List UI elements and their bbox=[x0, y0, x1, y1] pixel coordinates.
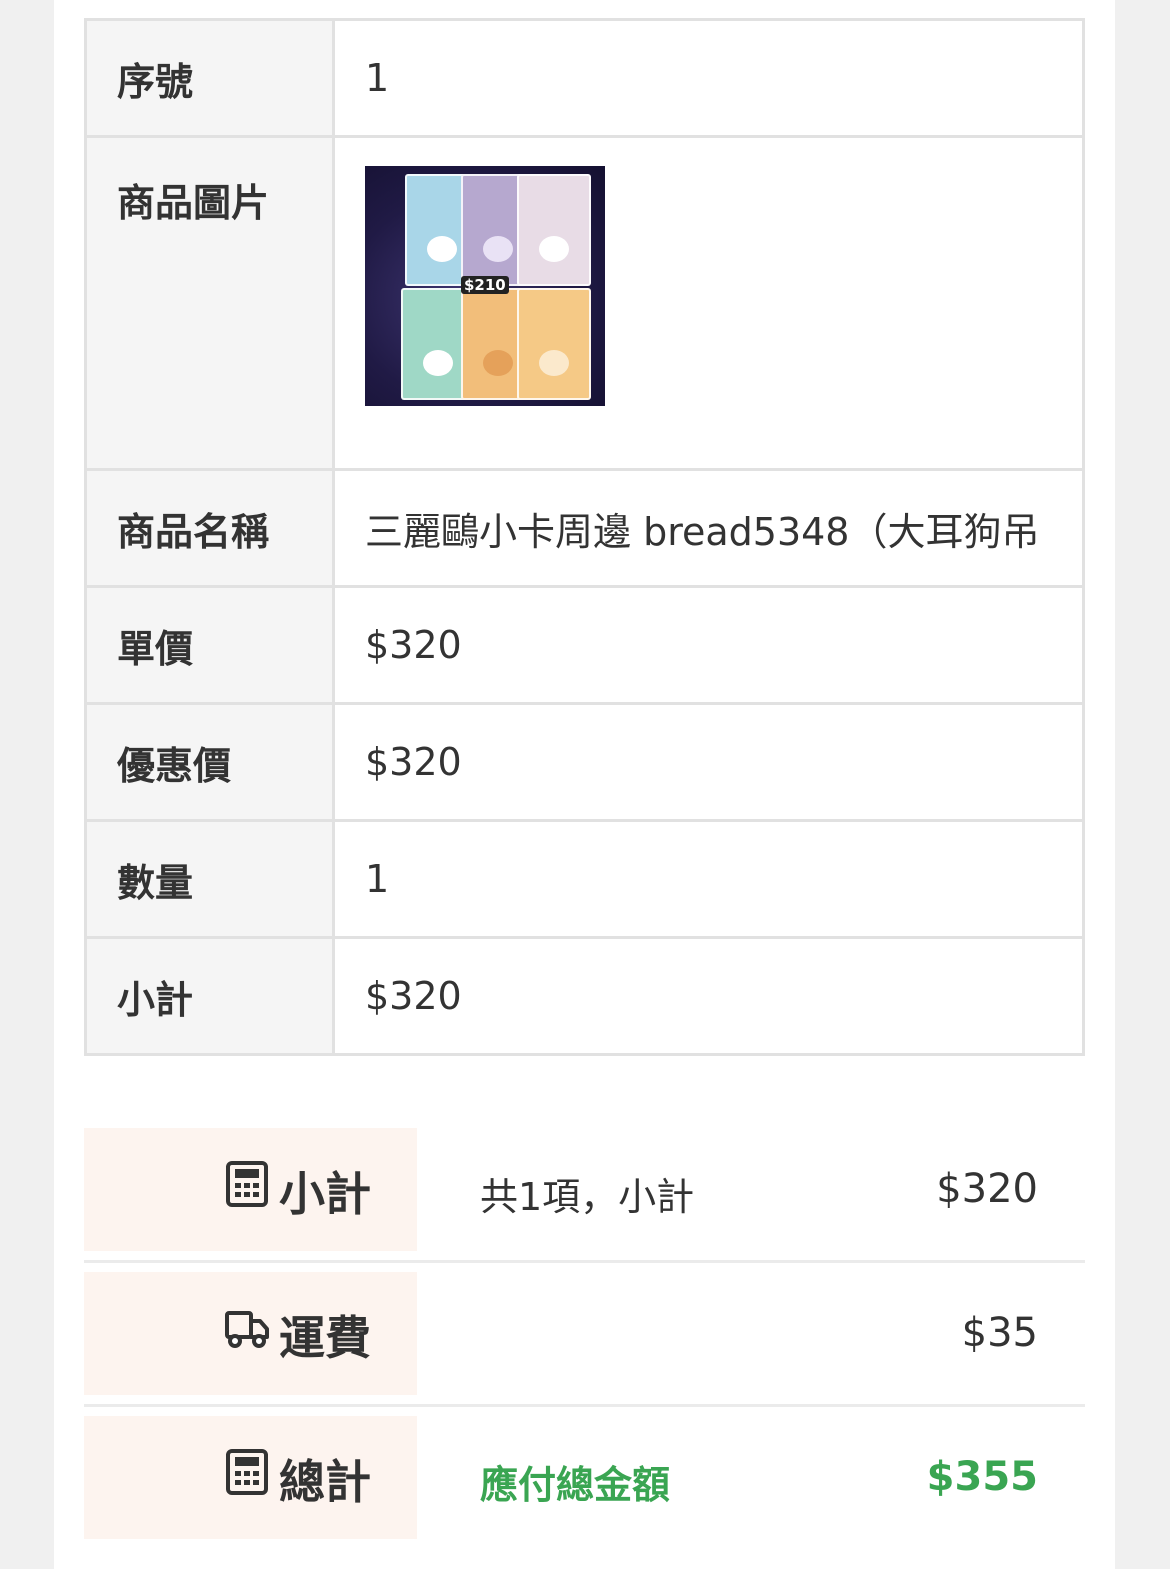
row-label-subtotal: 小計 bbox=[84, 936, 335, 1056]
table-row: 單價 $320 bbox=[84, 585, 1085, 705]
order-item-table: 序號 1 商品圖片 $210 商品名稱 三麗鷗小卡周邊 bread5348（大耳… bbox=[84, 18, 1085, 1056]
row-value-serial: 1 bbox=[332, 18, 1085, 138]
summary-shipping-head: 運費 bbox=[84, 1272, 417, 1395]
summary-subtotal-title: 小計 bbox=[279, 1167, 371, 1221]
summary-total-desc: 應付總金額 bbox=[480, 1463, 671, 1507]
summary-shipping-amount: $35 bbox=[961, 1310, 1038, 1356]
summary-subtotal-head: 小計 bbox=[84, 1128, 417, 1251]
row-label-image: 商品圖片 bbox=[84, 135, 335, 471]
summary-subtotal-desc: 共1項，小計 bbox=[480, 1175, 695, 1219]
calculator-icon bbox=[226, 1161, 268, 1207]
summary-total-head: 總計 bbox=[84, 1416, 417, 1539]
product-image[interactable]: $210 bbox=[365, 166, 605, 406]
row-label-name: 商品名稱 bbox=[84, 468, 335, 588]
summary-subtotal: 小計 共1項，小計 $320 bbox=[84, 1128, 1085, 1251]
table-row: 小計 $320 bbox=[84, 936, 1085, 1056]
summary-total-title: 總計 bbox=[279, 1455, 371, 1509]
row-value-name: 三麗鷗小卡周邊 bread5348（大耳狗吊 bbox=[332, 468, 1085, 588]
row-value-subtotal: $320 bbox=[332, 936, 1085, 1056]
row-label-serial: 序號 bbox=[84, 18, 335, 138]
product-price-tag: $210 bbox=[461, 276, 509, 294]
summary-total-amount: $355 bbox=[926, 1454, 1038, 1500]
table-row: 商品圖片 $210 bbox=[84, 135, 1085, 471]
truck-icon bbox=[225, 1311, 269, 1348]
table-row: 優惠價 $320 bbox=[84, 702, 1085, 822]
row-label-discount-price: 優惠價 bbox=[84, 702, 335, 822]
row-value-discount-price: $320 bbox=[332, 702, 1085, 822]
table-row: 序號 1 bbox=[84, 18, 1085, 138]
summary-shipping-title: 運費 bbox=[279, 1311, 371, 1365]
summary-divider bbox=[84, 1404, 1085, 1407]
table-row: 商品名稱 三麗鷗小卡周邊 bread5348（大耳狗吊 bbox=[84, 468, 1085, 588]
row-value-image: $210 bbox=[332, 135, 1085, 471]
row-value-quantity: 1 bbox=[332, 819, 1085, 939]
summary-subtotal-amount: $320 bbox=[936, 1166, 1038, 1212]
summary-divider bbox=[84, 1260, 1085, 1263]
row-label-quantity: 數量 bbox=[84, 819, 335, 939]
calculator-icon bbox=[226, 1449, 268, 1495]
summary-total: 總計 應付總金額 $355 bbox=[84, 1416, 1085, 1539]
table-row: 數量 1 bbox=[84, 819, 1085, 939]
order-detail-page: 序號 1 商品圖片 $210 商品名稱 三麗鷗小卡周邊 bread5348（大耳… bbox=[54, 0, 1115, 1569]
row-label-unit-price: 單價 bbox=[84, 585, 335, 705]
row-value-unit-price: $320 bbox=[332, 585, 1085, 705]
summary-shipping: 運費 $35 bbox=[84, 1272, 1085, 1395]
